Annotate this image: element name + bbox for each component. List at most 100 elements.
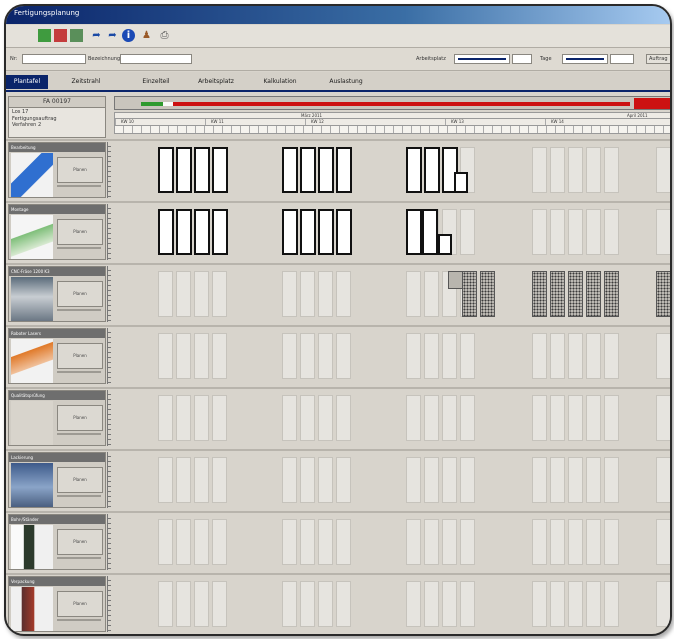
workplace-input[interactable] [512, 54, 532, 64]
day-cell[interactable] [336, 581, 351, 627]
day-cell[interactable] [604, 581, 619, 627]
scheduled-job-block[interactable] [336, 209, 352, 255]
day-cell[interactable] [176, 581, 191, 627]
day-cell[interactable] [550, 457, 565, 503]
day-cell[interactable] [532, 581, 547, 627]
day-cell[interactable] [550, 519, 565, 565]
day-cell[interactable] [300, 457, 315, 503]
grid-icon[interactable] [38, 29, 51, 42]
day-cell[interactable] [282, 333, 297, 379]
day-cell[interactable] [336, 395, 351, 441]
plan-button[interactable]: Planen [57, 157, 103, 183]
schedule-grid[interactable] [114, 206, 670, 260]
day-cell[interactable] [176, 395, 191, 441]
scheduled-job-block[interactable] [318, 147, 334, 193]
day-cell[interactable] [158, 395, 173, 441]
reserved-slot[interactable] [448, 271, 463, 289]
day-cell[interactable] [604, 147, 619, 193]
schedule-grid[interactable] [114, 268, 670, 322]
tab-auslastung[interactable]: Auslastung [320, 75, 372, 89]
day-cell[interactable] [656, 457, 670, 503]
print-icon[interactable]: ⎙ [158, 29, 171, 42]
plan-button[interactable]: Planen [57, 405, 103, 431]
day-cell[interactable] [158, 519, 173, 565]
day-cell[interactable] [318, 271, 333, 317]
day-cell[interactable] [282, 457, 297, 503]
day-cell[interactable] [550, 581, 565, 627]
day-cell[interactable] [424, 581, 439, 627]
scheduled-job-block[interactable] [212, 209, 228, 255]
day-cell[interactable] [406, 519, 421, 565]
reserved-slot[interactable] [480, 271, 495, 317]
day-cell[interactable] [194, 395, 209, 441]
day-cell[interactable] [424, 519, 439, 565]
schedule-grid[interactable] [114, 392, 670, 446]
workplace-range-slider[interactable] [454, 54, 510, 64]
day-cell[interactable] [586, 519, 601, 565]
day-cell[interactable] [424, 333, 439, 379]
day-cell[interactable] [424, 457, 439, 503]
scheduled-job-block[interactable] [336, 147, 352, 193]
scheduled-job-block[interactable] [282, 147, 298, 193]
day-cell[interactable] [212, 581, 227, 627]
order-button[interactable]: Auftrag [646, 54, 670, 64]
reserved-slot[interactable] [604, 271, 619, 317]
flag-left-icon[interactable]: ➦ [90, 29, 103, 42]
plan-button[interactable]: Planen [57, 529, 103, 555]
schedule-grid[interactable] [114, 578, 670, 632]
day-cell[interactable] [532, 147, 547, 193]
days-input[interactable] [610, 54, 634, 64]
day-cell[interactable] [460, 581, 475, 627]
day-cell[interactable] [532, 209, 547, 255]
day-cell[interactable] [550, 395, 565, 441]
plan-button[interactable]: Planen [57, 219, 103, 245]
day-cell[interactable] [406, 457, 421, 503]
day-cell[interactable] [282, 271, 297, 317]
day-cell[interactable] [442, 395, 457, 441]
day-cell[interactable] [604, 519, 619, 565]
day-cell[interactable] [300, 395, 315, 441]
day-cell[interactable] [532, 333, 547, 379]
reserved-slot[interactable] [462, 271, 477, 317]
day-cell[interactable] [568, 519, 583, 565]
day-cell[interactable] [424, 271, 439, 317]
flag-right-icon[interactable]: ➦ [106, 29, 119, 42]
day-cell[interactable] [282, 581, 297, 627]
scheduled-job-block[interactable] [194, 209, 210, 255]
day-cell[interactable] [586, 147, 601, 193]
reserved-slot[interactable] [586, 271, 601, 317]
day-cell[interactable] [336, 271, 351, 317]
scheduled-job-block[interactable] [158, 147, 174, 193]
scheduled-job-block[interactable] [212, 147, 228, 193]
day-cell[interactable] [336, 519, 351, 565]
list-icon[interactable] [70, 29, 83, 42]
day-cell[interactable] [586, 581, 601, 627]
day-cell[interactable] [656, 395, 670, 441]
day-cell[interactable] [424, 395, 439, 441]
scheduled-job-block[interactable] [300, 209, 316, 255]
schedule-grid[interactable] [114, 454, 670, 508]
day-cell[interactable] [318, 519, 333, 565]
day-cell[interactable] [586, 395, 601, 441]
day-cell[interactable] [586, 333, 601, 379]
day-cell[interactable] [158, 581, 173, 627]
day-cell[interactable] [300, 333, 315, 379]
people-icon[interactable]: ♟ [140, 29, 153, 42]
day-cell[interactable] [176, 333, 191, 379]
scheduled-job-block[interactable] [176, 209, 192, 255]
schedule-grid[interactable] [114, 144, 670, 198]
day-cell[interactable] [460, 209, 475, 255]
day-cell[interactable] [212, 333, 227, 379]
day-cell[interactable] [550, 147, 565, 193]
day-cell[interactable] [194, 457, 209, 503]
tab-plantafel[interactable]: Plantafel [6, 75, 48, 89]
tab-zeitstrahl[interactable]: Zeitstrahl [64, 75, 108, 89]
day-cell[interactable] [442, 581, 457, 627]
day-cell[interactable] [460, 395, 475, 441]
day-cell[interactable] [176, 271, 191, 317]
day-cell[interactable] [604, 457, 619, 503]
day-cell[interactable] [300, 581, 315, 627]
day-cell[interactable] [604, 395, 619, 441]
scheduled-job-block[interactable] [424, 147, 440, 193]
plan-button[interactable]: Planen [57, 343, 103, 369]
